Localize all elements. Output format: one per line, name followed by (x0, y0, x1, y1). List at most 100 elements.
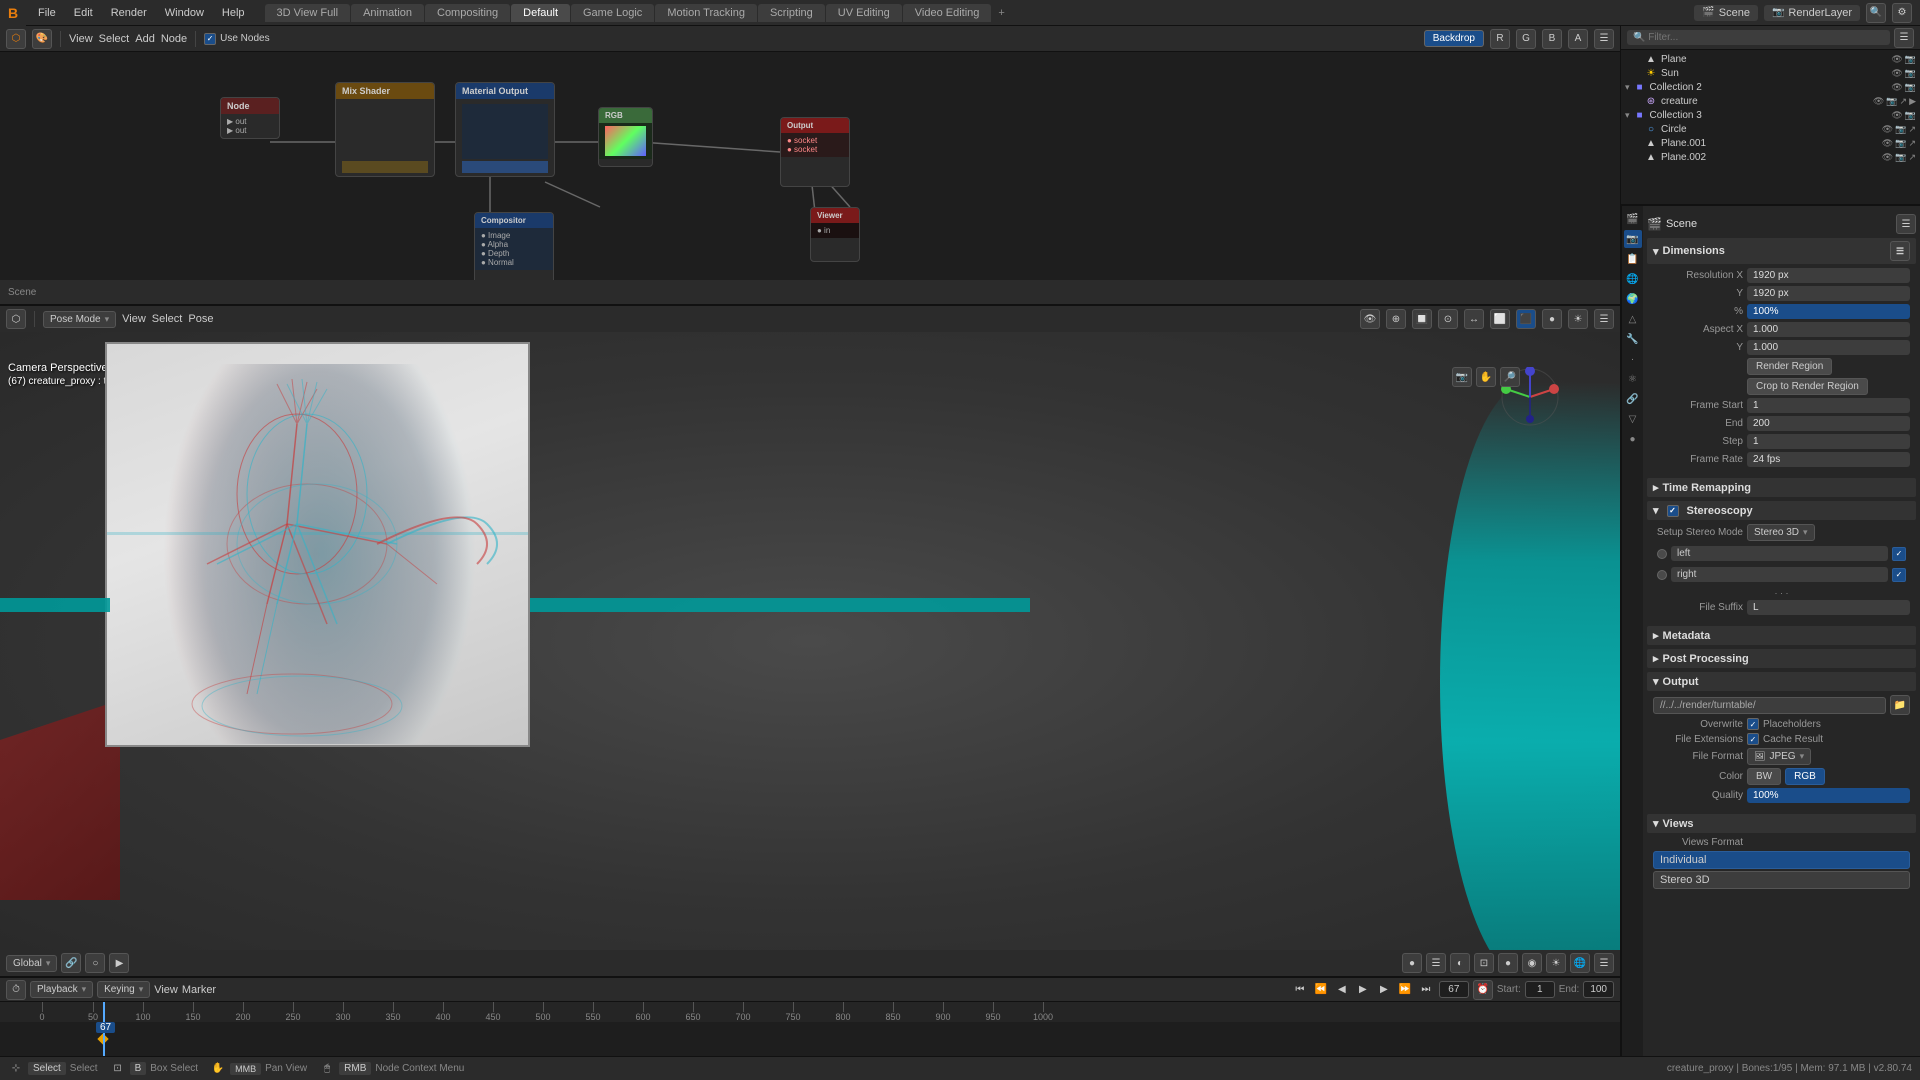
props-settings[interactable]: ☰ (1896, 214, 1916, 234)
outliner-search[interactable] (1627, 30, 1890, 45)
outliner-item-plane002[interactable]: ▲ Plane.002 👁 📷 ↗ (1621, 150, 1920, 164)
node-a-icon[interactable]: A (1568, 29, 1588, 49)
output-props-icon[interactable]: 📷 (1624, 230, 1642, 248)
proportional-toggle[interactable]: ○ (85, 953, 105, 973)
outliner-item-plane001[interactable]: ▲ Plane.001 👁 📷 ↗ (1621, 136, 1920, 150)
views-header[interactable]: ▾ Views (1647, 814, 1916, 833)
node-menu-add[interactable]: Add (135, 33, 155, 45)
file-suffix-input[interactable]: L (1747, 600, 1910, 615)
transform-icon[interactable]: ↔ (1464, 309, 1484, 329)
resolution-pct[interactable]: 100% (1747, 304, 1910, 319)
camera-nav-icon[interactable]: 📷 (1452, 367, 1472, 387)
timeline-view[interactable]: View (154, 984, 178, 996)
hand-nav-icon[interactable]: ✋ (1476, 367, 1496, 387)
output-header[interactable]: ▾ Output (1647, 672, 1916, 691)
node-7[interactable]: Compositor ● Image ● Alpha ● Depth ● Nor… (474, 212, 554, 280)
keyframe-track[interactable]: 67 (0, 1022, 1620, 1056)
xray-btn[interactable]: ⊡ (1474, 953, 1494, 973)
shading-wireframe[interactable]: ⬜ (1490, 309, 1510, 329)
right-eye-checkbox[interactable]: ✓ (1892, 568, 1906, 582)
shading-material[interactable]: ● (1542, 309, 1562, 329)
shading-solid[interactable]: ⬛ (1516, 309, 1536, 329)
node-menu-node[interactable]: Node (161, 33, 187, 45)
view-layer-icon[interactable]: 📋 (1624, 250, 1642, 268)
outliner-item-creature[interactable]: ⊛ creature 👁 📷 ↗ ▶ (1621, 94, 1920, 108)
viewport-mode-icon[interactable]: ⬡ (6, 309, 26, 329)
timeline-marker[interactable]: Marker (182, 984, 216, 996)
material-props-icon[interactable]: ● (1624, 430, 1642, 448)
physics-props-icon[interactable]: ⚛ (1624, 370, 1642, 388)
tab-motiontracking[interactable]: Motion Tracking (655, 4, 757, 22)
tab-videoediting[interactable]: Video Editing (903, 4, 992, 22)
search-button[interactable]: 🔍 (1866, 3, 1886, 23)
scene-props-icon[interactable]: 🌐 (1624, 270, 1642, 288)
output-path-input[interactable]: //../../render/turntable/ (1653, 697, 1886, 714)
global-dropdown[interactable]: Global (6, 955, 57, 972)
aspect-x-input[interactable]: 1.000 (1747, 322, 1910, 337)
node-editor-content[interactable]: Node ▶ out ▶ out Mix Shader Ma (0, 52, 1620, 280)
step-fwd-btn[interactable]: ▶ (1375, 981, 1393, 999)
viewport-menu-pose[interactable]: Pose (188, 313, 213, 325)
timeline-playhead[interactable] (103, 1002, 105, 1022)
blender-logo[interactable]: B (0, 0, 26, 26)
resolution-x-input[interactable]: 1920 px (1747, 268, 1910, 283)
menu-help[interactable]: Help (214, 5, 253, 21)
menu-window[interactable]: Window (157, 5, 212, 21)
views-format-stereo3d[interactable]: Stereo 3D (1653, 871, 1910, 889)
stereo-mode-dropdown[interactable]: Stereo 3D (1747, 524, 1815, 541)
left-eye-name[interactable]: left (1671, 546, 1888, 561)
settings-btn[interactable]: ☰ (1594, 953, 1614, 973)
aspect-y-input[interactable]: 1.000 (1747, 340, 1910, 355)
node-g-icon[interactable]: G (1516, 29, 1536, 49)
stereoscopy-enable-checkbox[interactable] (1667, 505, 1679, 517)
tab-animation[interactable]: Animation (351, 4, 424, 22)
playhead-toggle[interactable]: ▶ (109, 953, 129, 973)
node-menu-view[interactable]: View (69, 33, 93, 45)
time-remapping-header[interactable]: ▸ Time Remapping (1647, 478, 1916, 497)
outliner-item-circle[interactable]: ○ Circle 👁 📷 ↗ (1621, 122, 1920, 136)
frame-start-input[interactable]: 1 (1747, 398, 1910, 413)
render-props-icon[interactable]: 🎬 (1624, 210, 1642, 228)
tab-scripting[interactable]: Scripting (758, 4, 825, 22)
use-nodes-toggle[interactable]: Use Nodes (204, 33, 269, 45)
node-rgb-icon[interactable]: R (1490, 29, 1510, 49)
node-settings[interactable]: ☰ (1594, 29, 1614, 49)
data-props-icon[interactable]: ▽ (1624, 410, 1642, 428)
resolution-y-input[interactable]: 1920 px (1747, 286, 1910, 301)
start-frame-input[interactable]: 1 (1525, 981, 1555, 998)
scene-selector[interactable]: 🎬 Scene (1694, 5, 1758, 21)
dimensions-header[interactable]: ▾ Dimensions ☰ (1647, 238, 1916, 264)
dimensions-settings-icon[interactable]: ☰ (1890, 241, 1910, 261)
left-eye-checkbox[interactable]: ✓ (1892, 547, 1906, 561)
clock-icon[interactable]: ⏰ (1473, 980, 1493, 1000)
overwrite-checkbox[interactable] (1747, 718, 1759, 730)
node-1[interactable]: Node ▶ out ▶ out (220, 97, 280, 139)
stereoscopy-header[interactable]: ▾ Stereoscopy (1647, 501, 1916, 520)
render-shading[interactable]: ☀ (1546, 953, 1566, 973)
gizmo-icon[interactable]: ⊕ (1386, 309, 1406, 329)
node-editor-type[interactable]: 🎨 (32, 29, 52, 49)
tab-uvediting[interactable]: UV Editing (826, 4, 902, 22)
hdri-btn[interactable]: 🌐 (1570, 953, 1590, 973)
viewport-options[interactable]: ☰ (1426, 953, 1446, 973)
node-editor-mode-icon[interactable]: ⬡ (6, 29, 26, 49)
outliner-filter-icon[interactable]: ☰ (1894, 28, 1914, 48)
frame-step-input[interactable]: 1 (1747, 434, 1910, 449)
snap-icon[interactable]: 🔲 (1412, 309, 1432, 329)
overlay-icon[interactable]: 👁 (1360, 309, 1380, 329)
renderlayer-selector[interactable]: 📷 RenderLayer (1764, 5, 1860, 21)
current-frame-display[interactable]: 67 (1439, 981, 1469, 998)
solid-shading[interactable]: ● (1498, 953, 1518, 973)
material-shading[interactable]: ◉ (1522, 953, 1542, 973)
node-6[interactable]: Viewer ● in (810, 207, 860, 262)
timeline-mode-icon[interactable]: ⏱ (6, 980, 26, 1000)
timeline-content[interactable]: 0 50 100 150 200 250 300 350 400 450 500… (0, 1002, 1620, 1056)
tab-compositing[interactable]: Compositing (425, 4, 510, 22)
overlay-btn[interactable]: ● (1402, 953, 1422, 973)
playback-dropdown[interactable]: Playback (30, 981, 93, 998)
menu-edit[interactable]: Edit (66, 5, 101, 21)
proportional-icon[interactable]: ⊙ (1438, 309, 1458, 329)
modifier-props-icon[interactable]: 🔧 (1624, 330, 1642, 348)
node-4[interactable]: RGB (598, 107, 653, 167)
step-back-btn[interactable]: ◀ (1333, 981, 1351, 999)
